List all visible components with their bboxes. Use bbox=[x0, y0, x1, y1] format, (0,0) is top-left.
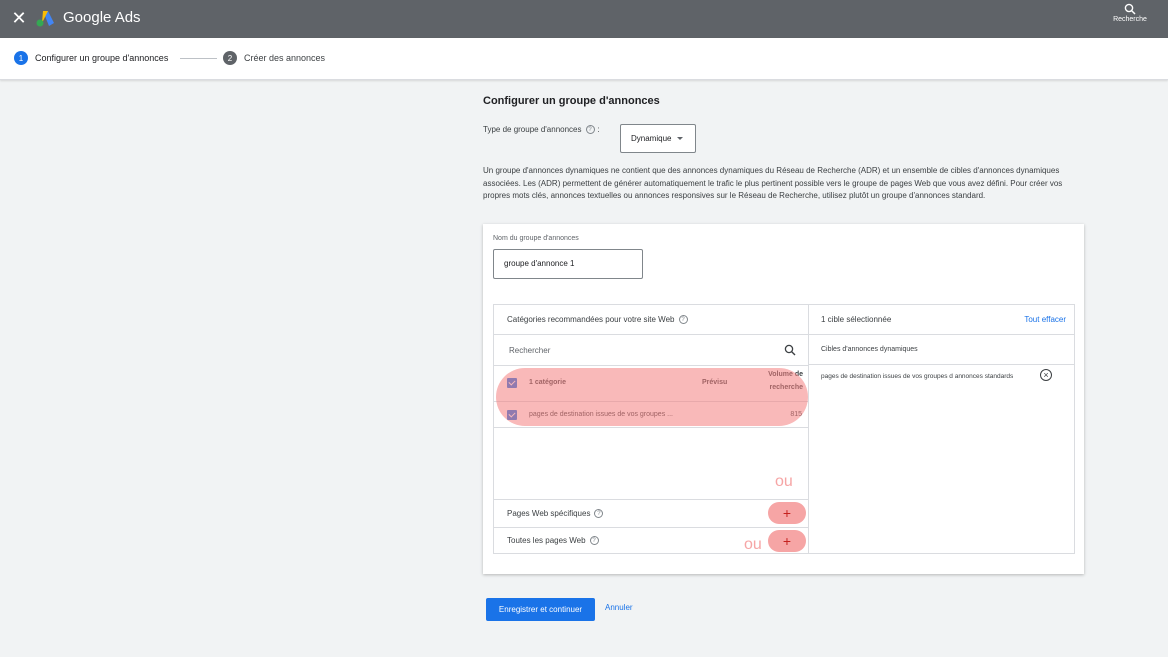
category-header-row: 1 catégorie Prévisu Volume de recherche bbox=[494, 366, 808, 402]
type-label-colon: : bbox=[597, 125, 600, 134]
caret-down-icon bbox=[677, 137, 684, 140]
description-text: Un groupe d'annonces dynamiques ne conti… bbox=[483, 166, 1063, 200]
step-number: 2 bbox=[223, 51, 237, 65]
clear-all-link[interactable]: Tout effacer bbox=[1024, 315, 1066, 324]
specific-pages-label: Pages Web spécifiques bbox=[507, 509, 591, 518]
help-icon[interactable]: ? bbox=[585, 125, 595, 134]
ad-group-name-input[interactable]: groupe d'annonce 1 bbox=[493, 249, 643, 279]
help-icon[interactable]: ? bbox=[594, 509, 604, 518]
add-all-pages-button[interactable]: + bbox=[768, 530, 806, 552]
ad-group-type-select[interactable]: Dynamique bbox=[620, 124, 696, 153]
checkbox-icon[interactable] bbox=[507, 378, 517, 388]
or-annotation: ou bbox=[744, 536, 762, 553]
add-specific-pages-button[interactable]: + bbox=[768, 502, 806, 524]
search-icon bbox=[1124, 3, 1136, 15]
step-divider bbox=[180, 58, 217, 59]
selected-target-item: pages de destination issues de vos group… bbox=[821, 373, 1014, 380]
type-select-value: Dynamique bbox=[631, 134, 672, 143]
selected-count: 1 cible sélectionnée bbox=[821, 315, 892, 324]
stepper: 1 Configurer un groupe d'annonces 2 Crée… bbox=[0, 38, 1168, 80]
page-title: Configurer un groupe d'annonces bbox=[483, 95, 660, 107]
top-bar: ✕ Google Ads Recherche bbox=[0, 0, 1168, 38]
search-icon bbox=[784, 344, 796, 356]
step-number: 1 bbox=[14, 51, 28, 65]
category-row[interactable]: pages de destination issues de vos group… bbox=[494, 402, 808, 428]
help-icon[interactable]: ? bbox=[589, 536, 599, 545]
volume-column-line1: Volume de bbox=[768, 371, 803, 378]
brand-name: Google Ads bbox=[63, 9, 141, 26]
type-label-text: Type de groupe d'annonces bbox=[483, 125, 582, 134]
selected-targets-panel: 1 cible sélectionnée Tout effacer Cibles… bbox=[809, 304, 1075, 554]
search-label: Recherche bbox=[1113, 16, 1147, 23]
type-label: Type de groupe d'annonces ? : bbox=[483, 125, 600, 134]
categories-header: Catégories recommandées pour votre site … bbox=[494, 305, 808, 335]
category-label: pages de destination issues de vos group… bbox=[529, 411, 673, 418]
step-label: Créer des annonces bbox=[244, 53, 326, 63]
categories-header-label: Catégories recommandées pour votre site … bbox=[507, 315, 675, 324]
categories-search-input[interactable]: Rechercher bbox=[494, 335, 808, 366]
categories-panel: Catégories recommandées pour votre site … bbox=[493, 304, 809, 554]
checkbox-icon[interactable] bbox=[507, 410, 517, 420]
search-button[interactable]: Recherche bbox=[1110, 3, 1150, 23]
cancel-button[interactable]: Annuler bbox=[605, 603, 633, 612]
volume-column-line2: recherche bbox=[769, 384, 803, 391]
help-icon[interactable]: ? bbox=[678, 315, 688, 324]
google-ads-logo bbox=[36, 11, 54, 27]
category-count: 1 catégorie bbox=[529, 379, 566, 386]
step-create-ads[interactable]: 2 Créer des annonces bbox=[223, 51, 325, 65]
category-volume: 815 bbox=[790, 411, 802, 418]
preview-column: Prévisu bbox=[702, 379, 728, 386]
name-label: Nom du groupe d'annonces bbox=[493, 235, 579, 242]
step-label: Configurer un groupe d'annonces bbox=[35, 53, 169, 63]
specific-pages-row: Pages Web spécifiques ? + bbox=[494, 499, 808, 527]
remove-circle-icon[interactable]: × bbox=[1040, 369, 1052, 381]
ad-group-card: Nom du groupe d'annonces groupe d'annonc… bbox=[483, 224, 1084, 574]
all-pages-label: Toutes les pages Web bbox=[507, 536, 586, 545]
save-continue-button[interactable]: Enregistrer et continuer bbox=[486, 598, 595, 621]
targets-subheader: Cibles d'annonces dynamiques bbox=[809, 335, 1075, 365]
or-annotation: ou bbox=[775, 473, 793, 490]
search-placeholder: Rechercher bbox=[509, 345, 551, 355]
step-configure[interactable]: 1 Configurer un groupe d'annonces bbox=[14, 51, 168, 65]
close-icon[interactable]: ✕ bbox=[11, 8, 27, 28]
